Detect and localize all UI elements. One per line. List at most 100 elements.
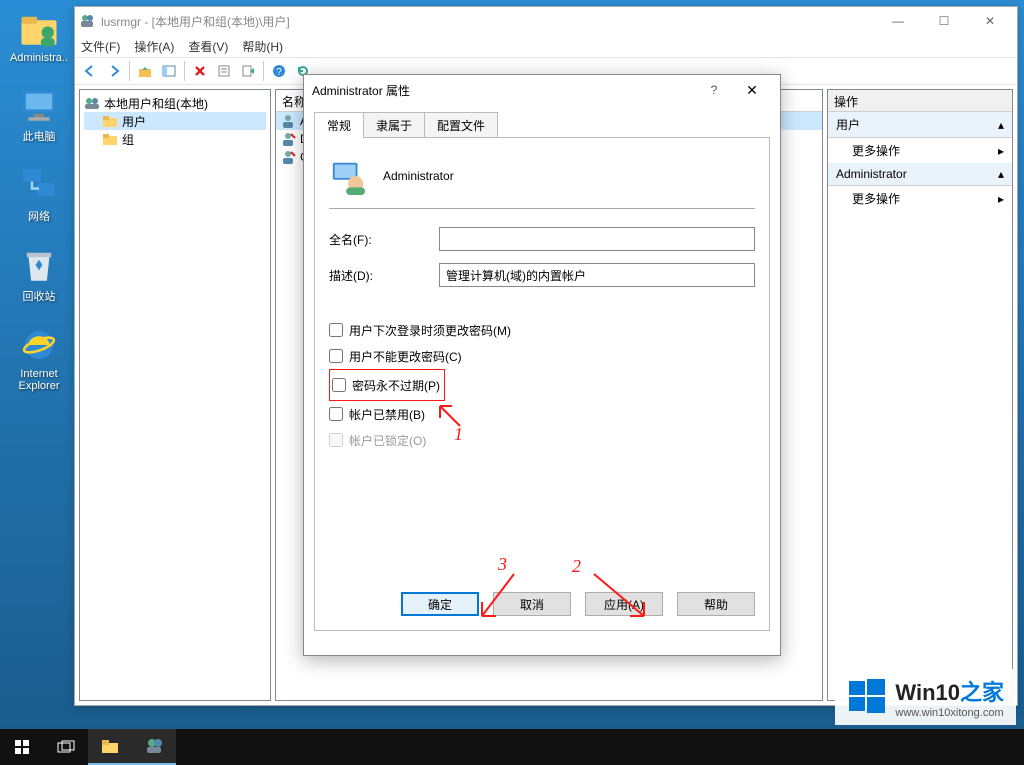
tab-label: 隶属于 xyxy=(376,119,412,133)
tree-users[interactable]: 用户 xyxy=(84,112,266,130)
cancel-button[interactable]: 取消 xyxy=(493,592,571,616)
tab-general[interactable]: 常规 xyxy=(314,112,364,138)
svg-text:?: ? xyxy=(276,67,282,78)
dialog-close-button[interactable]: ✕ xyxy=(732,82,772,99)
check-cant-change[interactable]: 用户不能更改密码(C) xyxy=(329,343,755,369)
start-button[interactable] xyxy=(0,729,44,765)
export-button[interactable] xyxy=(237,60,259,82)
check-label: 密码永不过期(P) xyxy=(352,377,440,394)
show-hide-button[interactable] xyxy=(158,60,180,82)
up-button[interactable] xyxy=(134,60,156,82)
check-disabled[interactable]: 帐户已禁用(B) xyxy=(329,401,755,427)
taskview-icon xyxy=(57,740,75,754)
desktop-icons: Administra.. 此电脑 网络 回收站 Internet Explore… xyxy=(4,8,74,412)
checkbox[interactable] xyxy=(332,378,346,392)
taskbar[interactable] xyxy=(0,729,1024,765)
checkbox[interactable] xyxy=(329,323,343,337)
apply-button[interactable]: 应用(A) xyxy=(585,592,663,616)
description-row: 描述(D): xyxy=(329,263,755,287)
forward-button[interactable] xyxy=(103,60,125,82)
item-label: 更多操作 xyxy=(852,142,900,159)
menubar: 文件(F) 操作(A) 查看(V) 帮助(H) xyxy=(75,35,1017,57)
tree-groups[interactable]: 组 xyxy=(84,130,266,148)
help-button[interactable]: 帮助 xyxy=(677,592,755,616)
desktop-icon-this-pc[interactable]: 此电脑 xyxy=(4,84,74,144)
folder-icon xyxy=(102,114,118,128)
lusrmgr-icon xyxy=(145,737,163,755)
fullname-input[interactable] xyxy=(439,227,755,251)
panel-title: Administrator xyxy=(836,167,907,181)
chevron-right-icon: ▸ xyxy=(998,192,1004,206)
divider xyxy=(329,208,755,209)
properties-dialog: Administrator 属性 ? ✕ 常规 隶属于 配置文件 Adminis… xyxy=(303,74,781,656)
close-button[interactable]: ✕ xyxy=(967,7,1013,35)
actions-panel: 操作 用户 ▴ 更多操作 ▸ Administrator ▴ 更多操作 ▸ xyxy=(827,89,1013,701)
actions-panel-users[interactable]: 用户 ▴ xyxy=(828,112,1012,138)
desktop-icon-label: 此电脑 xyxy=(23,128,56,144)
app-icon xyxy=(79,13,95,29)
taskbar-lusrmgr[interactable] xyxy=(132,729,176,765)
desktop-icon-ie[interactable]: Internet Explorer xyxy=(4,324,74,392)
actions-more[interactable]: 更多操作 ▸ xyxy=(828,186,1012,211)
folder-user-icon xyxy=(18,8,60,50)
task-view-button[interactable] xyxy=(44,729,88,765)
tab-label: 配置文件 xyxy=(437,119,485,133)
check-must-change[interactable]: 用户下次登录时须更改密码(M) xyxy=(329,317,755,343)
ok-button[interactable]: 确定 xyxy=(401,592,479,616)
back-button[interactable] xyxy=(79,60,101,82)
check-label: 用户不能更改密码(C) xyxy=(349,348,462,365)
check-label: 帐户已禁用(B) xyxy=(349,406,425,423)
check-label: 用户下次登录时须更改密码(M) xyxy=(349,322,511,339)
pc-icon xyxy=(18,84,60,126)
collapse-icon: ▴ xyxy=(998,118,1004,132)
maximize-button[interactable]: ☐ xyxy=(921,7,967,35)
desktop-icon-administrator[interactable]: Administra.. xyxy=(4,8,74,64)
titlebar[interactable]: lusrmgr - [本地用户和组(本地)\用户] — ☐ ✕ xyxy=(75,7,1017,35)
menu-file[interactable]: 文件(F) xyxy=(81,38,120,55)
tree-label: 组 xyxy=(122,131,134,148)
windows-icon xyxy=(14,739,30,755)
tree-root[interactable]: 本地用户和组(本地) xyxy=(84,94,266,112)
dialog-buttons: 确定 取消 应用(A) 帮助 xyxy=(401,592,755,616)
username: Administrator xyxy=(383,169,454,183)
checkbox[interactable] xyxy=(329,349,343,363)
collapse-icon: ▴ xyxy=(998,167,1004,181)
export-icon xyxy=(241,64,255,78)
recycle-icon xyxy=(18,244,60,286)
help-button[interactable]: ? xyxy=(268,60,290,82)
actions-more[interactable]: 更多操作 ▸ xyxy=(828,138,1012,163)
dialog-help-button[interactable]: ? xyxy=(696,83,732,97)
properties-icon xyxy=(217,64,231,78)
fullname-label: 全名(F): xyxy=(329,231,439,248)
tab-body: Administrator 全名(F): 描述(D): 用户下次登录时须更改密码… xyxy=(314,137,770,631)
check-locked: 帐户已锁定(O) xyxy=(329,427,755,453)
tabs: 常规 隶属于 配置文件 xyxy=(314,111,770,137)
tree-label: 本地用户和组(本地) xyxy=(104,95,208,112)
delete-button[interactable] xyxy=(189,60,211,82)
check-never-expire[interactable]: 密码永不过期(P) xyxy=(332,372,440,398)
watermark-url: www.win10xitong.com xyxy=(895,707,1004,719)
menu-action[interactable]: 操作(A) xyxy=(134,38,174,55)
tab-profile[interactable]: 配置文件 xyxy=(424,112,498,138)
tab-memberof[interactable]: 隶属于 xyxy=(363,112,425,138)
window-title: lusrmgr - [本地用户和组(本地)\用户] xyxy=(101,13,875,30)
desktop-icon-recycle[interactable]: 回收站 xyxy=(4,244,74,304)
menu-help[interactable]: 帮助(H) xyxy=(242,38,283,55)
checkbox[interactable] xyxy=(329,407,343,421)
taskbar-explorer[interactable] xyxy=(88,729,132,765)
check-label: 帐户已锁定(O) xyxy=(349,432,426,449)
user-disabled-icon xyxy=(280,131,296,147)
description-label: 描述(D): xyxy=(329,267,439,284)
minimize-button[interactable]: — xyxy=(875,7,921,35)
folder-up-icon xyxy=(138,64,152,78)
actions-panel-admin[interactable]: Administrator ▴ xyxy=(828,163,1012,186)
desktop-icon-network[interactable]: 网络 xyxy=(4,164,74,224)
description-input[interactable] xyxy=(439,263,755,287)
user-disabled-icon xyxy=(280,149,296,165)
desktop-icon-label: Internet Explorer xyxy=(4,368,74,392)
panel-title: 用户 xyxy=(836,116,860,133)
dialog-titlebar[interactable]: Administrator 属性 ? ✕ xyxy=(304,75,780,105)
properties-button[interactable] xyxy=(213,60,235,82)
menu-view[interactable]: 查看(V) xyxy=(188,38,228,55)
tree-label: 用户 xyxy=(122,113,146,130)
